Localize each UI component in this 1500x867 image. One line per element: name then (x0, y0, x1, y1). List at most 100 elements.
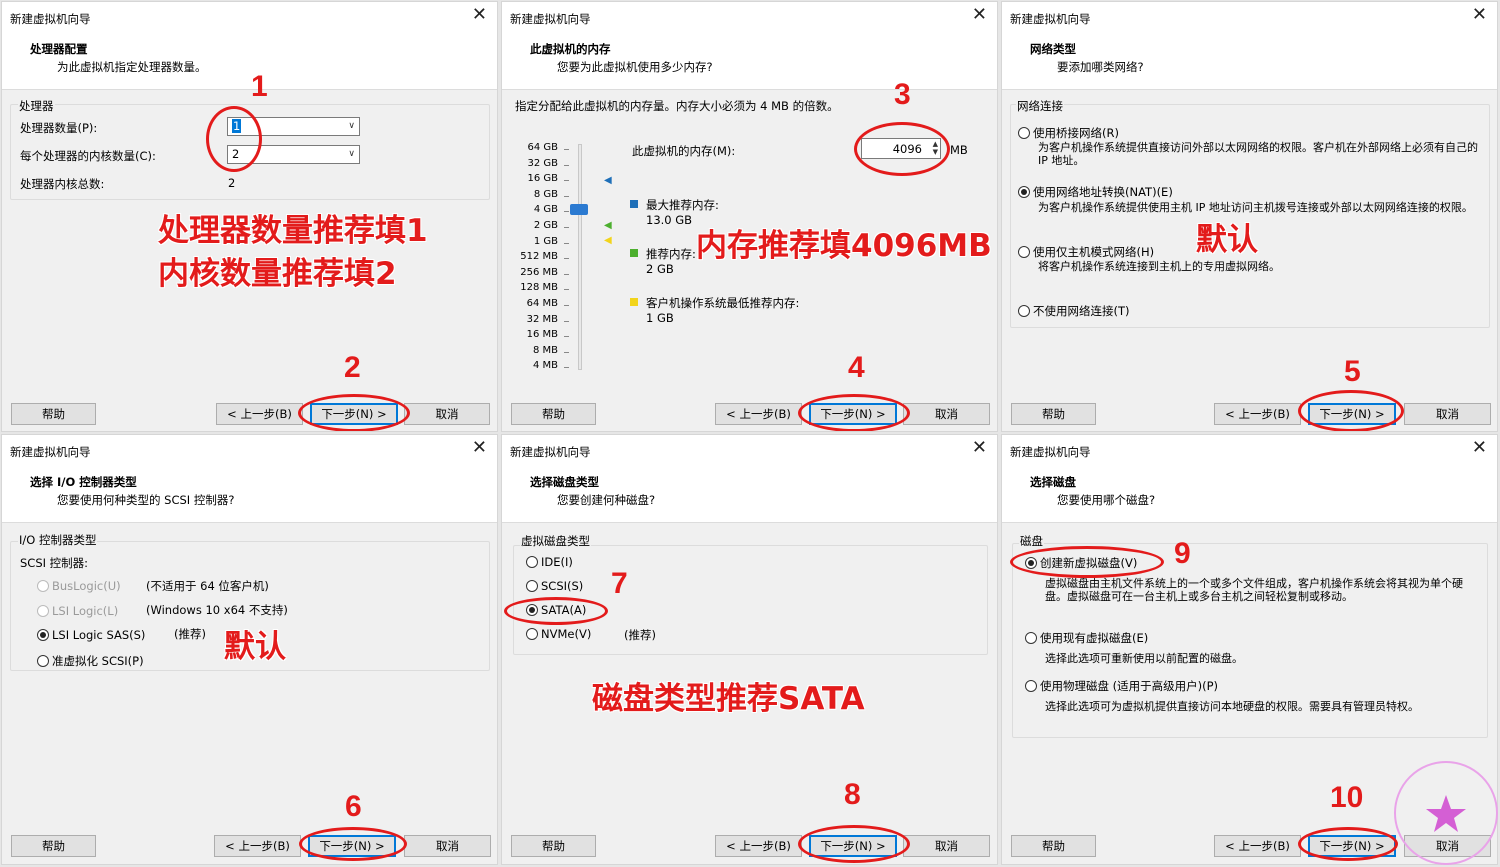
radio-no-network[interactable]: 不使用网络连接(T) (1018, 303, 1130, 319)
cancel-button[interactable]: 取消 (1404, 403, 1491, 425)
cancel-button[interactable]: 取消 (903, 403, 990, 425)
memory-info: 指定分配给此虚拟机的内存量。内存大小必须为 4 MB 的倍数。 (515, 99, 839, 113)
next-button[interactable]: 下一步(N) > (1308, 403, 1396, 425)
spinner-icon[interactable]: ▲ ▼ (933, 140, 938, 156)
radio-nvme[interactable]: NVMe(V) (526, 627, 591, 641)
radio-bridged[interactable]: 使用桥接网络(R) (1018, 125, 1119, 141)
cancel-button[interactable]: 取消 (404, 403, 490, 425)
radio-nat[interactable]: 使用网络地址转换(NAT)(E) (1018, 184, 1173, 200)
max-memory-label: 最大推荐内存: (646, 198, 719, 212)
cancel-button[interactable]: 取消 (903, 835, 990, 857)
back-button[interactable]: < 上一步(B) (715, 835, 802, 857)
radio-existing-disk[interactable]: 使用现有虚拟磁盘(E) (1025, 630, 1148, 646)
scsi-controller-label: SCSI 控制器: (20, 556, 89, 570)
radio-buslogic[interactable]: BusLogic(U) (37, 579, 121, 593)
radio-scsi[interactable]: SCSI(S) (526, 579, 583, 593)
network-group-label: 网络连接 (1016, 98, 1064, 114)
next-button[interactable]: 下一步(N) > (1308, 835, 1396, 857)
memory-input[interactable]: 4096 ▲ ▼ (861, 138, 941, 159)
close-icon[interactable]: ✕ (472, 6, 487, 24)
radio-sata-label: SATA(A) (541, 603, 587, 617)
annotation-default-tip: 默认 (1196, 222, 1258, 258)
memory-unit: MB (950, 143, 968, 157)
page-title: 选择 I/O 控制器类型 (30, 475, 137, 489)
next-button[interactable]: 下一步(N) > (310, 403, 398, 425)
radio-circle-icon (1018, 246, 1030, 258)
close-icon[interactable]: ✕ (1472, 6, 1487, 24)
back-button[interactable]: < 上一步(B) (216, 403, 303, 425)
io-controller-group-label: I/O 控制器类型 (18, 532, 98, 548)
annotation-memory-tip: 内存推荐填4096MB (696, 228, 992, 264)
radio-circle-icon (526, 580, 538, 592)
memory-scale-tick (564, 164, 569, 166)
processors-select[interactable]: 1 ∨ (227, 117, 360, 136)
memory-label: 此虚拟机的内存(M): (632, 144, 736, 158)
processors-label: 处理器数量(P): (20, 121, 98, 135)
close-icon[interactable]: ✕ (972, 439, 987, 457)
wizard-header: 处理器配置 为此虚拟机指定处理器数量。 (2, 32, 497, 90)
help-button[interactable]: 帮助 (11, 403, 96, 425)
radio-circle-icon (1018, 127, 1030, 139)
page-title: 网络类型 (1030, 42, 1076, 56)
memory-slider-thumb[interactable] (570, 204, 588, 215)
back-button[interactable]: < 上一步(B) (715, 403, 802, 425)
radio-ide[interactable]: IDE(I) (526, 555, 573, 569)
close-icon[interactable]: ✕ (472, 439, 487, 457)
next-button[interactable]: 下一步(N) > (308, 835, 396, 857)
panel-io-controller: 新建虚拟机向导 ✕ 选择 I/O 控制器类型 您要使用何种类型的 SCSI 控制… (1, 434, 498, 865)
memory-slider-track[interactable] (578, 144, 582, 370)
close-icon[interactable]: ✕ (972, 6, 987, 24)
host-only-description: 将客户机操作系统连接到主机上的专用虚拟网络。 (1038, 260, 1280, 273)
min-memory-legend-square (630, 298, 638, 306)
step-number-4: 4 (848, 351, 865, 384)
radio-host-only[interactable]: 使用仅主机模式网络(H) (1018, 244, 1154, 260)
radio-buslogic-label: BusLogic(U) (52, 579, 121, 593)
page-title: 处理器配置 (30, 42, 88, 56)
radio-create-new-disk[interactable]: 创建新虚拟磁盘(V) (1025, 555, 1137, 571)
cores-label: 每个处理器的内核数量(C): (20, 149, 156, 163)
window-title: 新建虚拟机向导 (510, 445, 591, 459)
back-button[interactable]: < 上一步(B) (1214, 403, 1301, 425)
cancel-button[interactable]: 取消 (404, 835, 491, 857)
memory-scale-label: 32 GB (527, 157, 558, 169)
title-bar: 新建虚拟机向导 ✕ (502, 435, 997, 465)
chevron-down-icon: ∨ (348, 121, 355, 131)
radio-lsi-logic-label: LSI Logic(L) (52, 604, 119, 618)
next-button[interactable]: 下一步(N) > (809, 403, 897, 425)
processor-group-label: 处理器 (18, 98, 55, 114)
memory-scale-tick (564, 273, 569, 275)
help-button[interactable]: 帮助 (1011, 835, 1096, 857)
min-memory-value: 1 GB (646, 311, 674, 325)
wizard-header: 网络类型 要添加哪类网络? (1002, 32, 1497, 90)
memory-scale-tick (564, 180, 569, 182)
recommended-memory-value: 2 GB (646, 262, 674, 276)
annotation-cores-tip: 内核数量推荐填2 (158, 256, 397, 292)
radio-create-new-disk-label: 创建新虚拟磁盘(V) (1040, 556, 1138, 570)
memory-scale-tick (564, 258, 569, 260)
panel-disk-type: 新建虚拟机向导 ✕ 选择磁盘类型 您要创建何种磁盘? 虚拟磁盘类型 IDE(I)… (501, 434, 998, 865)
step-number-1: 1 (251, 70, 268, 103)
page-subtitle: 您要创建何种磁盘? (557, 493, 656, 507)
buslogic-note: (不适用于 64 位客户机) (146, 579, 269, 593)
close-icon[interactable]: ✕ (1472, 439, 1487, 457)
help-button[interactable]: 帮助 (511, 403, 596, 425)
radio-lsi-logic-sas[interactable]: LSI Logic SAS(S) (37, 628, 145, 642)
title-bar: 新建虚拟机向导 ✕ (2, 2, 497, 32)
help-button[interactable]: 帮助 (1011, 403, 1096, 425)
wizard-header: 选择磁盘 您要使用哪个磁盘? (1002, 465, 1497, 523)
radio-paravirtual-scsi[interactable]: 准虚拟化 SCSI(P) (37, 653, 144, 669)
help-button[interactable]: 帮助 (11, 835, 96, 857)
memory-scale-label: 256 MB (520, 266, 558, 278)
title-bar: 新建虚拟机向导 ✕ (1002, 2, 1497, 32)
memory-scale-tick (564, 367, 569, 369)
back-button[interactable]: < 上一步(B) (1214, 835, 1301, 857)
back-button[interactable]: < 上一步(B) (214, 835, 301, 857)
step-number-6: 6 (345, 790, 362, 823)
panel-memory: 新建虚拟机向导 ✕ 此虚拟机的内存 您要为此虚拟机使用多少内存? 指定分配给此虚… (501, 1, 998, 432)
radio-sata[interactable]: SATA(A) (526, 603, 586, 617)
radio-lsi-logic[interactable]: LSI Logic(L) (37, 604, 118, 618)
radio-physical-disk[interactable]: 使用物理磁盘 (适用于高级用户)(P) (1025, 678, 1218, 694)
help-button[interactable]: 帮助 (511, 835, 596, 857)
next-button[interactable]: 下一步(N) > (809, 835, 897, 857)
cores-select[interactable]: 2 ∨ (227, 145, 360, 164)
